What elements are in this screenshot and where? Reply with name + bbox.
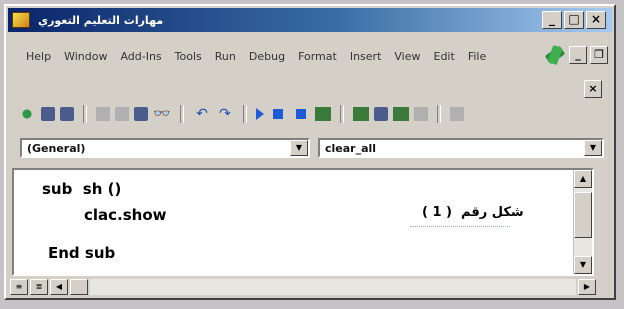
mdi-restore-button[interactable]: ❐ xyxy=(590,46,608,64)
mdi-close-area: × xyxy=(584,80,602,98)
object-browser-icon[interactable] xyxy=(393,107,409,121)
toolbar-separator xyxy=(340,105,344,123)
break-icon[interactable] xyxy=(273,109,283,119)
object-combo[interactable]: (General) ▼ xyxy=(20,138,310,158)
procedure-combo[interactable]: clear_all ▼ xyxy=(318,138,604,158)
horizontal-scrollbar[interactable]: ≡ ≣ ◀ ▶ xyxy=(10,278,596,296)
cut-icon[interactable] xyxy=(96,107,110,121)
standard-toolbar: 👓 ↶ ↷ xyxy=(12,102,608,126)
toolbar-separator xyxy=(180,105,184,123)
scroll-thumb[interactable] xyxy=(574,192,592,238)
full-module-view-icon[interactable]: ≣ xyxy=(30,279,48,295)
save-icon[interactable] xyxy=(60,107,74,121)
toolbox-icon[interactable] xyxy=(414,107,428,121)
app-icon xyxy=(12,12,30,28)
vb-logo-icon xyxy=(544,44,566,66)
mdi-controls: _ ❐ xyxy=(544,44,608,66)
menu-item[interactable]: Format xyxy=(298,50,337,63)
design-mode-icon[interactable] xyxy=(315,107,331,121)
end-icon[interactable] xyxy=(296,109,306,119)
vertical-scrollbar[interactable]: ▲ ▼ xyxy=(573,170,592,274)
menu-bar: Help Window Add-Ins Tools Run Debug Format Inse… xyxy=(12,40,608,72)
caption-underline xyxy=(410,226,510,227)
add-form-icon[interactable] xyxy=(41,107,55,121)
minimize-button[interactable]: _ xyxy=(542,11,562,29)
paste-icon[interactable] xyxy=(134,107,148,121)
scroll-track[interactable] xyxy=(90,279,576,295)
menu-item[interactable]: Insert xyxy=(350,50,382,63)
copy-icon[interactable] xyxy=(115,107,129,121)
mdi-minimize-button[interactable]: _ xyxy=(569,46,587,64)
chevron-down-icon[interactable]: ▼ xyxy=(584,140,602,156)
menu-item[interactable]: Tools xyxy=(175,50,202,63)
code-line-2: clac.show xyxy=(84,206,167,224)
vb-project-icon[interactable] xyxy=(18,106,36,122)
scroll-down-icon[interactable]: ▼ xyxy=(574,256,592,274)
scroll-up-icon[interactable]: ▲ xyxy=(574,170,592,188)
menu-item[interactable]: Help xyxy=(26,50,51,63)
menu-item[interactable]: Add-Ins xyxy=(120,50,161,63)
properties-icon[interactable] xyxy=(374,107,388,121)
procedure-combo-value: clear_all xyxy=(325,142,377,155)
data-view-icon[interactable] xyxy=(450,107,464,121)
run-icon[interactable] xyxy=(256,108,264,120)
menu-items: Help Window Add-Ins Tools Run Debug Format Inse… xyxy=(26,50,486,63)
procedure-view-icon[interactable]: ≡ xyxy=(10,279,28,295)
window-title: مهارات التعليم التعوري xyxy=(38,13,164,27)
undo-icon[interactable]: ↶ xyxy=(193,106,211,122)
find-icon[interactable]: 👓 xyxy=(153,106,171,122)
figure-caption: شكل رقم ( 1 ) xyxy=(422,205,524,220)
menu-item[interactable]: Edit xyxy=(434,50,455,63)
code-line-1: sub sh () xyxy=(42,180,122,198)
code-combos: (General) ▼ clear_all ▼ xyxy=(12,135,608,159)
maximize-button[interactable]: □ xyxy=(564,11,584,29)
toolbar-separator xyxy=(437,105,441,123)
chevron-down-icon[interactable]: ▼ xyxy=(290,140,308,156)
project-explorer-icon[interactable] xyxy=(353,107,369,121)
scroll-left-icon[interactable]: ◀ xyxy=(50,279,68,295)
mdi-close-button[interactable]: × xyxy=(584,80,602,98)
code-line-3: End sub xyxy=(48,244,116,262)
menu-item[interactable]: File xyxy=(468,50,486,63)
title-bar[interactable]: مهارات التعليم التعوري _ □ × xyxy=(8,8,612,32)
scroll-right-icon[interactable]: ▶ xyxy=(578,279,596,295)
toolbar-separator xyxy=(243,105,247,123)
object-combo-value: (General) xyxy=(27,142,86,155)
menu-item[interactable]: Debug xyxy=(249,50,285,63)
code-editor[interactable]: sub sh () clac.show End sub شكل رقم ( 1 … xyxy=(12,168,594,276)
menu-item[interactable]: Run xyxy=(215,50,236,63)
redo-icon[interactable]: ↷ xyxy=(216,106,234,122)
close-button[interactable]: × xyxy=(586,11,606,29)
title-buttons: _ □ × xyxy=(542,11,606,29)
scroll-thumb-h[interactable] xyxy=(70,279,88,295)
toolbar-separator xyxy=(83,105,87,123)
menu-item[interactable]: Window xyxy=(64,50,107,63)
menu-item[interactable]: View xyxy=(394,50,420,63)
